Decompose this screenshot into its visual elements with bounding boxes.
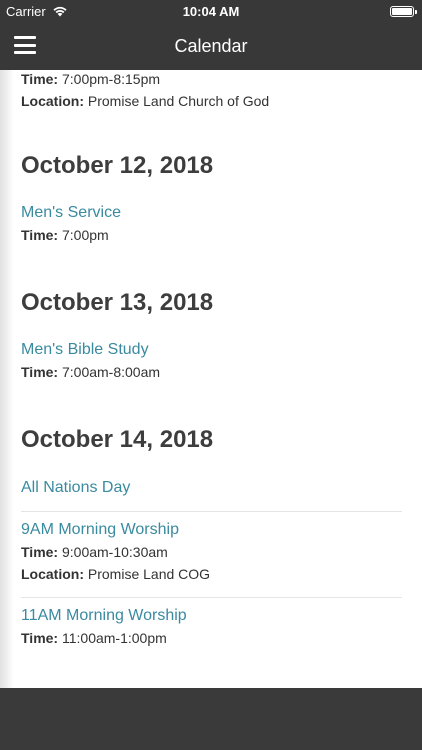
nav-bar: Calendar [0,22,422,70]
day-section: October 13, 2018 [21,289,213,317]
menu-icon-line [14,43,36,47]
battery-icon [390,5,417,17]
event-title-link[interactable]: All Nations Day [21,477,402,499]
date-heading: October 13, 2018 [21,289,214,316]
event-title-link[interactable]: Men's Bible Study [21,339,402,361]
event-item[interactable]: All Nations Day [21,477,402,499]
event-item[interactable]: 11AM Morning Worship Time: 11:00am-1:00p… [21,605,402,649]
day-section: October 12, 2018 [21,152,213,180]
event-location: Location: Promise Land COG [21,566,211,582]
wifi-icon [53,6,67,17]
event-location: Location: Promise Land Church of God [21,93,270,109]
status-bar: Carrier 10:04 AM [0,0,422,22]
event-time: Time: 11:00am-1:00pm [21,630,167,646]
event-time: Time: 7:00pm-8:15pm [21,71,161,87]
day-section: October 14, 2018 [21,426,213,454]
event-title-link[interactable]: 11AM Morning Worship [21,605,402,627]
menu-icon-line [14,51,36,54]
event-item[interactable]: Men's Bible Study Time: 7:00am-8:00am [21,339,402,383]
date-heading: October 14, 2018 [21,426,214,453]
divider [21,511,402,512]
menu-button[interactable] [14,36,36,54]
divider [21,597,402,598]
status-left: Carrier [6,4,68,19]
menu-icon-line [14,36,36,39]
event-time: Time: 7:00pm [21,227,109,243]
carrier-label: Carrier [6,3,46,19]
event-title-link[interactable]: 9AM Morning Worship [21,519,402,541]
drawer-shadow [0,70,14,688]
event-title-link[interactable]: Men's Service [21,202,402,224]
page-title: Calendar [174,35,248,56]
event-time: Time: 9:00am-10:30am [21,544,168,560]
date-heading: October 12, 2018 [21,152,214,179]
event-item[interactable]: Men's Service Time: 7:00pm [21,202,402,246]
bottom-bar [0,688,422,750]
event-time: Time: 7:00am-8:00am [21,364,161,380]
event-item[interactable]: 9AM Morning Worship Time: 9:00am-10:30am… [21,519,402,585]
calendar-list[interactable]: Time: 7:00pm-8:15pm Location: Promise La… [0,70,422,688]
partial-event: Time: 7:00pm-8:15pm Location: Promise La… [21,70,269,112]
